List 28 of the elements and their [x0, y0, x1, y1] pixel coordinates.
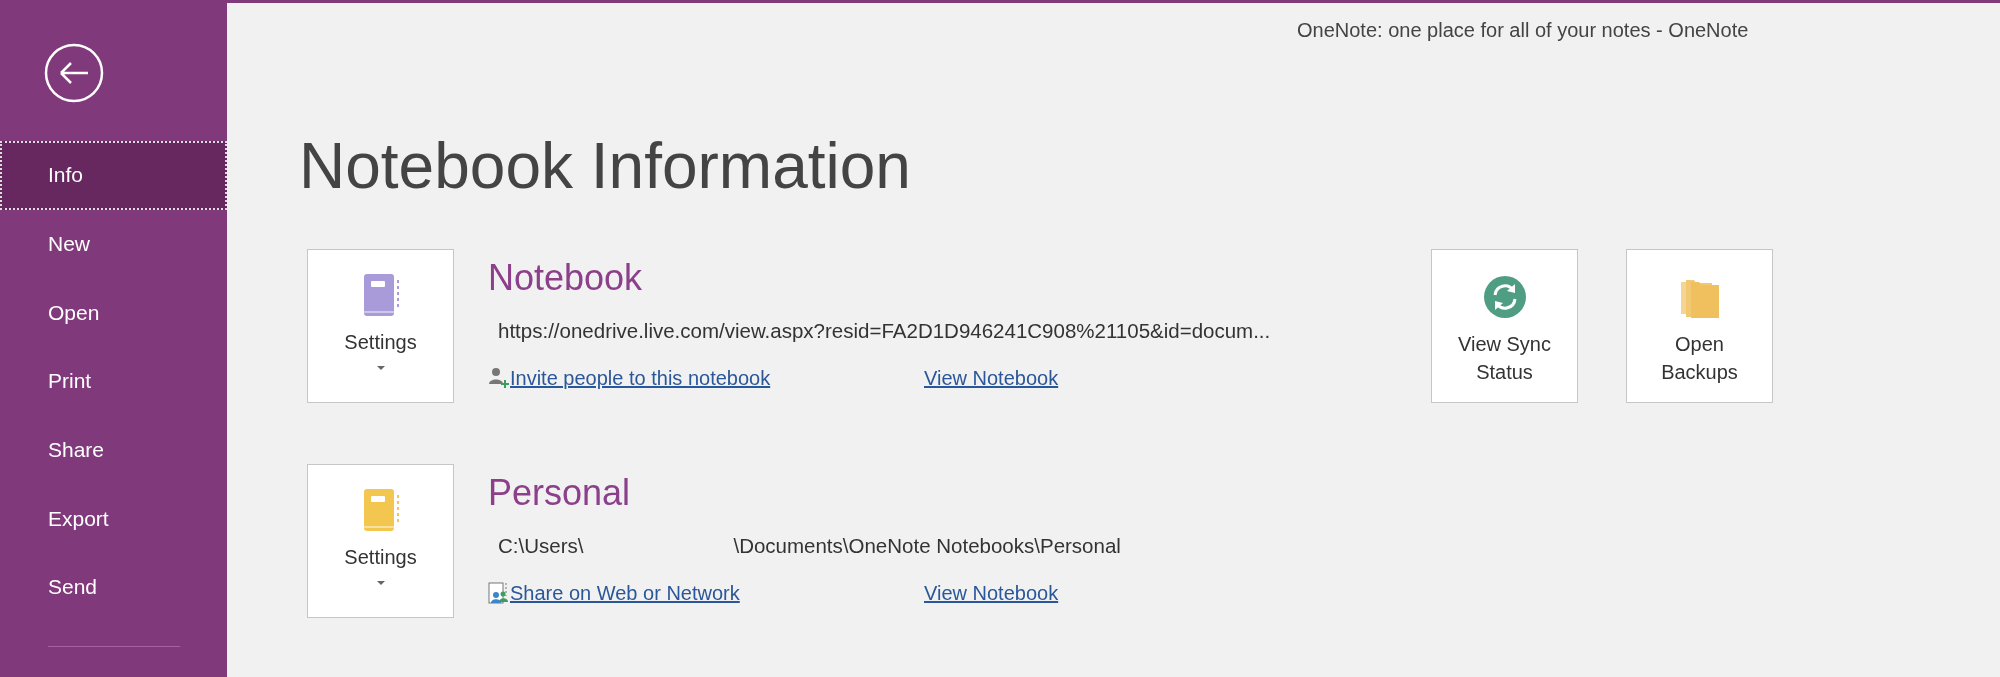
sidebar-item[interactable]: Open: [0, 278, 227, 348]
notebook-location: \Documents\OneNote Notebooks\Personal: [733, 534, 1121, 558]
notebook-location: C:\Users\: [498, 534, 584, 558]
add-person-icon: [488, 367, 510, 389]
dropdown-caret-icon: [376, 366, 385, 370]
sidebar-item[interactable]: Info: [0, 141, 227, 210]
settings-button[interactable]: Settings: [307, 464, 454, 618]
notebook-name: Notebook: [488, 257, 643, 298]
notebook-name: Personal: [488, 472, 631, 513]
action-button[interactable]: View Sync Status: [1431, 249, 1578, 403]
share-people-icon: [488, 582, 510, 604]
sidebar-item[interactable]: Print: [0, 347, 227, 416]
share-link[interactable]: Share on Web or Network: [510, 581, 740, 605]
back-icon[interactable]: [44, 43, 104, 103]
sidebar-item[interactable]: Share: [0, 415, 227, 485]
share-link[interactable]: Invite people to this notebook: [510, 366, 771, 390]
page-heading: Notebook Information: [299, 129, 912, 204]
view-notebook-link[interactable]: View Notebook: [924, 581, 1059, 605]
window-title: OneNote: one place for all of your notes - OneNote: [1297, 18, 1749, 42]
dropdown-caret-icon: [376, 581, 385, 585]
sync-icon: [1483, 276, 1526, 320]
sidebar-item[interactable]: Send: [0, 553, 227, 622]
sidebar-item[interactable]: Export: [0, 484, 227, 554]
sidebar-item[interactable]: New: [0, 209, 227, 279]
view-notebook-link[interactable]: View Notebook: [924, 366, 1059, 390]
notebook-location: https://onedrive.live.com/view.aspx?resid=FA2D1D946241C908%21105&id=docum...: [498, 319, 1271, 343]
settings-button[interactable]: Settings: [307, 249, 454, 403]
action-button[interactable]: Open Backups: [1626, 249, 1773, 403]
